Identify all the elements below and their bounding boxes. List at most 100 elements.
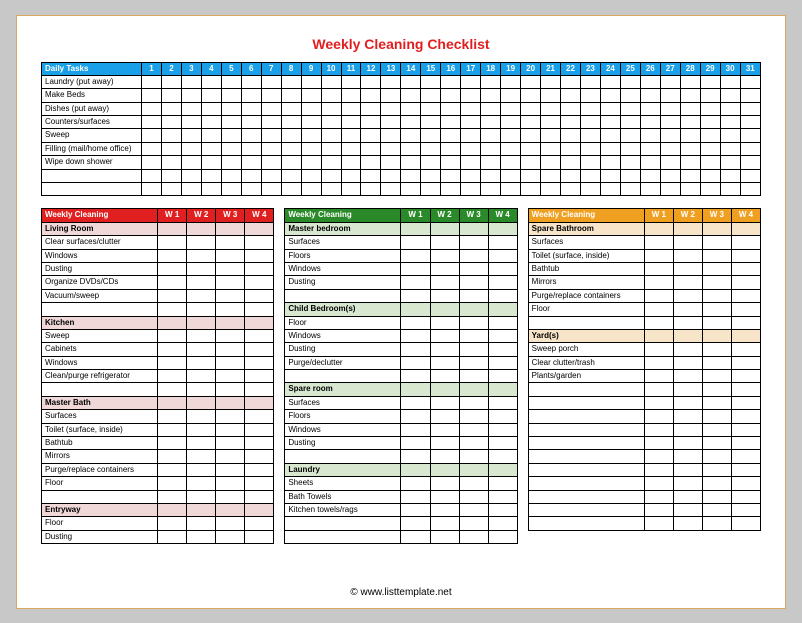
weekly-cell[interactable] xyxy=(216,370,245,383)
daily-cell[interactable] xyxy=(501,156,521,169)
weekly-cell[interactable] xyxy=(430,490,459,503)
daily-cell[interactable] xyxy=(720,89,740,102)
daily-cell[interactable] xyxy=(521,169,541,182)
weekly-cell[interactable] xyxy=(430,530,459,543)
weekly-cell[interactable] xyxy=(459,236,488,249)
weekly-cell[interactable] xyxy=(673,356,702,369)
daily-cell[interactable] xyxy=(441,116,461,129)
daily-cell[interactable] xyxy=(142,129,162,142)
daily-cell[interactable] xyxy=(600,156,620,169)
weekly-cell[interactable] xyxy=(702,517,731,530)
daily-cell[interactable] xyxy=(241,89,261,102)
weekly-cell[interactable] xyxy=(158,410,187,423)
weekly-cell[interactable] xyxy=(731,356,760,369)
daily-cell[interactable] xyxy=(381,89,401,102)
daily-cell[interactable] xyxy=(640,89,660,102)
daily-cell[interactable] xyxy=(221,89,241,102)
weekly-cell[interactable] xyxy=(702,303,731,316)
daily-cell[interactable] xyxy=(620,142,640,155)
daily-cell[interactable] xyxy=(221,102,241,115)
daily-cell[interactable] xyxy=(481,75,501,88)
daily-cell[interactable] xyxy=(301,169,321,182)
daily-cell[interactable] xyxy=(281,116,301,129)
daily-cell[interactable] xyxy=(441,75,461,88)
daily-cell[interactable] xyxy=(381,75,401,88)
weekly-cell[interactable] xyxy=(459,316,488,329)
weekly-cell[interactable] xyxy=(731,423,760,436)
weekly-cell[interactable] xyxy=(187,289,216,302)
weekly-cell[interactable] xyxy=(401,356,430,369)
weekly-cell[interactable] xyxy=(187,463,216,476)
daily-cell[interactable] xyxy=(561,75,581,88)
weekly-cell[interactable] xyxy=(488,530,517,543)
weekly-cell[interactable] xyxy=(158,450,187,463)
weekly-cell[interactable] xyxy=(216,262,245,275)
daily-cell[interactable] xyxy=(600,129,620,142)
weekly-cell[interactable] xyxy=(644,517,673,530)
daily-cell[interactable] xyxy=(241,75,261,88)
weekly-cell[interactable] xyxy=(731,276,760,289)
weekly-cell[interactable] xyxy=(488,396,517,409)
weekly-cell[interactable] xyxy=(488,236,517,249)
daily-cell[interactable] xyxy=(281,102,301,115)
weekly-cell[interactable] xyxy=(245,289,274,302)
weekly-cell[interactable] xyxy=(430,329,459,342)
daily-cell[interactable] xyxy=(321,169,341,182)
weekly-cell[interactable] xyxy=(216,236,245,249)
daily-cell[interactable] xyxy=(201,102,221,115)
daily-cell[interactable] xyxy=(421,129,441,142)
daily-cell[interactable] xyxy=(680,102,700,115)
weekly-cell[interactable] xyxy=(187,477,216,490)
daily-cell[interactable] xyxy=(161,156,181,169)
weekly-cell[interactable] xyxy=(673,477,702,490)
daily-cell[interactable] xyxy=(700,183,720,196)
daily-cell[interactable] xyxy=(521,75,541,88)
weekly-cell[interactable] xyxy=(702,356,731,369)
weekly-cell[interactable] xyxy=(430,356,459,369)
daily-cell[interactable] xyxy=(441,183,461,196)
weekly-cell[interactable] xyxy=(702,504,731,517)
daily-cell[interactable] xyxy=(441,169,461,182)
weekly-cell[interactable] xyxy=(644,343,673,356)
weekly-cell[interactable] xyxy=(673,343,702,356)
weekly-cell[interactable] xyxy=(401,396,430,409)
daily-cell[interactable] xyxy=(181,183,201,196)
weekly-cell[interactable] xyxy=(644,396,673,409)
weekly-cell[interactable] xyxy=(430,517,459,530)
weekly-cell[interactable] xyxy=(245,370,274,383)
daily-cell[interactable] xyxy=(660,129,680,142)
daily-cell[interactable] xyxy=(501,75,521,88)
weekly-cell[interactable] xyxy=(488,517,517,530)
weekly-cell[interactable] xyxy=(216,356,245,369)
weekly-cell[interactable] xyxy=(430,262,459,275)
daily-cell[interactable] xyxy=(361,129,381,142)
weekly-cell[interactable] xyxy=(401,490,430,503)
daily-cell[interactable] xyxy=(401,142,421,155)
daily-cell[interactable] xyxy=(142,102,162,115)
weekly-cell[interactable] xyxy=(488,477,517,490)
weekly-cell[interactable] xyxy=(401,262,430,275)
daily-cell[interactable] xyxy=(501,102,521,115)
daily-cell[interactable] xyxy=(660,156,680,169)
daily-cell[interactable] xyxy=(341,116,361,129)
daily-cell[interactable] xyxy=(501,183,521,196)
weekly-cell[interactable] xyxy=(644,249,673,262)
daily-cell[interactable] xyxy=(161,102,181,115)
daily-cell[interactable] xyxy=(680,116,700,129)
weekly-cell[interactable] xyxy=(731,303,760,316)
daily-cell[interactable] xyxy=(600,183,620,196)
daily-cell[interactable] xyxy=(361,75,381,88)
daily-cell[interactable] xyxy=(600,142,620,155)
daily-cell[interactable] xyxy=(321,142,341,155)
daily-cell[interactable] xyxy=(640,169,660,182)
daily-cell[interactable] xyxy=(600,102,620,115)
weekly-cell[interactable] xyxy=(459,517,488,530)
daily-cell[interactable] xyxy=(620,156,640,169)
daily-cell[interactable] xyxy=(321,129,341,142)
weekly-cell[interactable] xyxy=(245,262,274,275)
weekly-cell[interactable] xyxy=(187,262,216,275)
daily-cell[interactable] xyxy=(261,156,281,169)
daily-cell[interactable] xyxy=(580,169,600,182)
daily-cell[interactable] xyxy=(541,156,561,169)
daily-cell[interactable] xyxy=(421,142,441,155)
